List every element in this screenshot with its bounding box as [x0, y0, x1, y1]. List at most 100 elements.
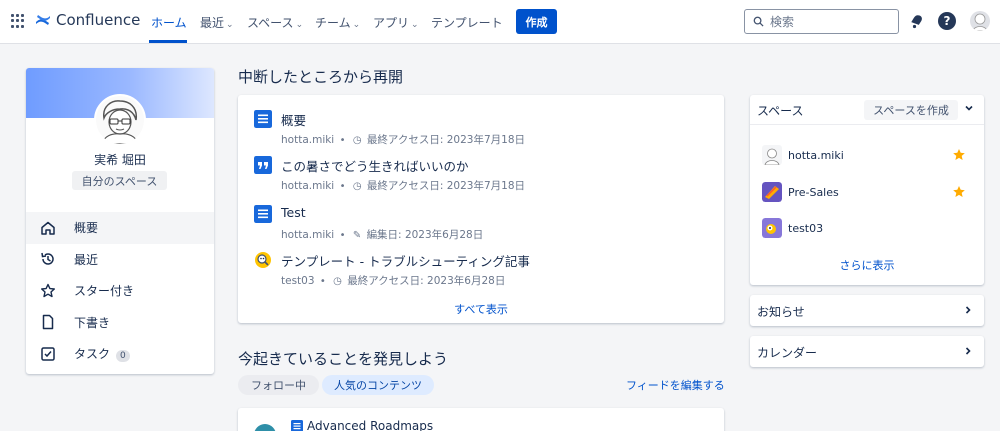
star-outline-icon — [41, 283, 55, 297]
draft-icon — [42, 315, 54, 330]
profile-avatar[interactable] — [94, 94, 146, 146]
recent-item-space: hotta.miki — [281, 229, 335, 241]
edit-feed-link[interactable]: フィードを編集する — [626, 377, 725, 393]
nav-home[interactable]: ホーム — [151, 14, 187, 31]
space-name: Pre-Sales — [788, 186, 839, 199]
space-item[interactable]: hotta.miki — [762, 145, 972, 167]
announcements-label: お知らせ — [757, 305, 805, 319]
user-space-avatar-icon — [762, 145, 782, 165]
help-icon[interactable]: ? — [938, 12, 956, 30]
nav-active-indicator — [149, 40, 187, 43]
recent-item-title: この暑さでどう生きればいいのか — [281, 159, 469, 174]
resume-section-title: 中断したところから再開 — [238, 68, 404, 86]
recent-item-title: テンプレート - トラブルシューティング記事 — [281, 254, 530, 269]
nav-recent[interactable]: 最近 ⌄ — [200, 14, 234, 31]
app-switcher-icon[interactable] — [11, 14, 25, 28]
nav-templates-label: テンプレート — [431, 16, 503, 30]
confluence-logo-icon — [36, 15, 50, 25]
recent-item-space: hotta.miki — [281, 134, 335, 146]
separator-dot: • — [339, 135, 346, 146]
my-space-button[interactable]: 自分のスペース — [72, 171, 167, 190]
user-avatar-icon — [972, 13, 988, 31]
space-name: test03 — [788, 222, 824, 235]
top-navigation: Confluence ホーム 最近 ⌄ スペース ⌄ チーム ⌄ アプリ ⌄ テンプレー… — [0, 0, 1000, 44]
confluence-logo[interactable]: Confluence — [35, 11, 140, 29]
profile-nav-tasks[interactable]: タスク 0 — [26, 338, 214, 370]
profile-nav-label: スター付き — [74, 284, 135, 299]
help-glyph: ? — [943, 14, 951, 28]
profile-nav-label: タスク 0 — [74, 345, 130, 363]
profile-nav-label: 最近 — [74, 252, 99, 267]
test03-space-icon — [762, 218, 782, 238]
profile-avatar-icon — [96, 96, 144, 144]
profile-nav-drafts[interactable]: 下書き — [26, 307, 214, 339]
tasks-count-badge: 0 — [116, 350, 130, 363]
chevron-down-icon: ⌄ — [411, 20, 419, 30]
spaces-title: スペース — [757, 104, 804, 118]
recent-item-date: 最終アクセス日: 2023年7月18日 — [366, 134, 526, 146]
create-space-button[interactable]: スペースを作成 — [864, 100, 958, 120]
nav-teams[interactable]: チーム ⌄ — [315, 14, 360, 31]
clock-icon: ◷ — [352, 181, 362, 192]
spaces-header: スペース スペースを作成 — [750, 95, 984, 125]
search-box[interactable] — [744, 9, 899, 34]
recent-item-space: hotta.miki — [281, 180, 335, 192]
pencil-icon: ✎ — [352, 230, 362, 241]
spaces-card: スペース スペースを作成 hotta.miki Pre-Sales test03… — [750, 95, 984, 285]
calendar-panel[interactable]: カレンダー — [750, 336, 984, 367]
recent-item-space: test03 — [281, 275, 315, 287]
show-all-link[interactable]: すべて表示 — [238, 301, 724, 317]
page-icon — [291, 420, 303, 431]
recent-item-title: Test — [281, 205, 306, 220]
create-button[interactable]: 作成 — [516, 9, 557, 34]
clock-icon: ◷ — [352, 135, 362, 146]
nav-spaces[interactable]: スペース ⌄ — [247, 14, 303, 31]
nav-apps-label: アプリ — [373, 16, 410, 30]
profile-nav-label: 概要 — [74, 221, 99, 236]
recent-item-date: 編集日: 2023年6月28日 — [366, 229, 484, 241]
brand-name: Confluence — [56, 11, 141, 29]
recent-item-meta: test03 • ◷ 最終アクセス日: 2023年6月28日 — [281, 273, 505, 288]
nav-teams-label: チーム — [315, 16, 351, 30]
feed-item-card[interactable]: Advanced Roadmaps — [238, 408, 724, 431]
star-filled-icon[interactable] — [952, 185, 966, 199]
search-input[interactable] — [770, 14, 890, 29]
nav-templates[interactable]: テンプレート — [431, 14, 503, 31]
profile-name: 実希 堀田 — [94, 153, 146, 167]
feed-author-avatar — [254, 424, 276, 431]
nav-home-label: ホーム — [151, 16, 187, 30]
chevron-right-icon — [965, 306, 971, 314]
history-icon — [41, 253, 54, 265]
chevron-down-icon[interactable] — [964, 103, 974, 113]
recent-item-meta: hotta.miki • ✎ 編集日: 2023年6月28日 — [281, 227, 483, 242]
star-filled-icon[interactable] — [952, 148, 966, 162]
feed-item-title: Advanced Roadmaps — [307, 419, 434, 431]
announcements-panel[interactable]: お知らせ — [750, 295, 984, 326]
profile-nav-starred[interactable]: スター付き — [26, 275, 214, 307]
tab-popular[interactable]: 人気のコンテンツ — [322, 375, 434, 395]
nav-spaces-label: スペース — [247, 16, 294, 30]
notifications-icon[interactable] — [908, 12, 926, 30]
page-icon — [254, 205, 272, 223]
nav-apps[interactable]: アプリ ⌄ — [373, 14, 419, 31]
chevron-down-icon: ⌄ — [226, 20, 234, 30]
show-more-link[interactable]: さらに表示 — [750, 257, 984, 273]
recent-item-meta: hotta.miki • ◷ 最終アクセス日: 2023年7月18日 — [281, 178, 525, 193]
discover-section-title: 今起きていることを発見しよう — [238, 350, 449, 368]
presales-space-icon — [762, 182, 782, 202]
tasks-label: タスク — [74, 347, 111, 362]
space-item[interactable]: Pre-Sales — [762, 182, 972, 204]
separator-dot: • — [319, 276, 326, 287]
space-item[interactable]: test03 — [762, 218, 972, 240]
chevron-down-icon: ⌄ — [295, 20, 304, 30]
profile-nav-overview[interactable]: 概要 — [26, 212, 214, 244]
home-icon — [41, 221, 55, 235]
space-name: hotta.miki — [788, 149, 844, 162]
profile-nav: 概要 最近 スター付き 下書き タスク 0 — [26, 212, 214, 370]
profile-nav-recent[interactable]: 最近 — [26, 244, 214, 276]
user-avatar[interactable] — [970, 11, 990, 31]
recent-item-meta: hotta.miki • ◷ 最終アクセス日: 2023年7月18日 — [281, 132, 525, 147]
recent-item-date: 最終アクセス日: 2023年6月28日 — [347, 275, 506, 287]
recent-item-date: 最終アクセス日: 2023年7月18日 — [366, 180, 526, 192]
tab-following[interactable]: フォロー中 — [238, 375, 319, 395]
